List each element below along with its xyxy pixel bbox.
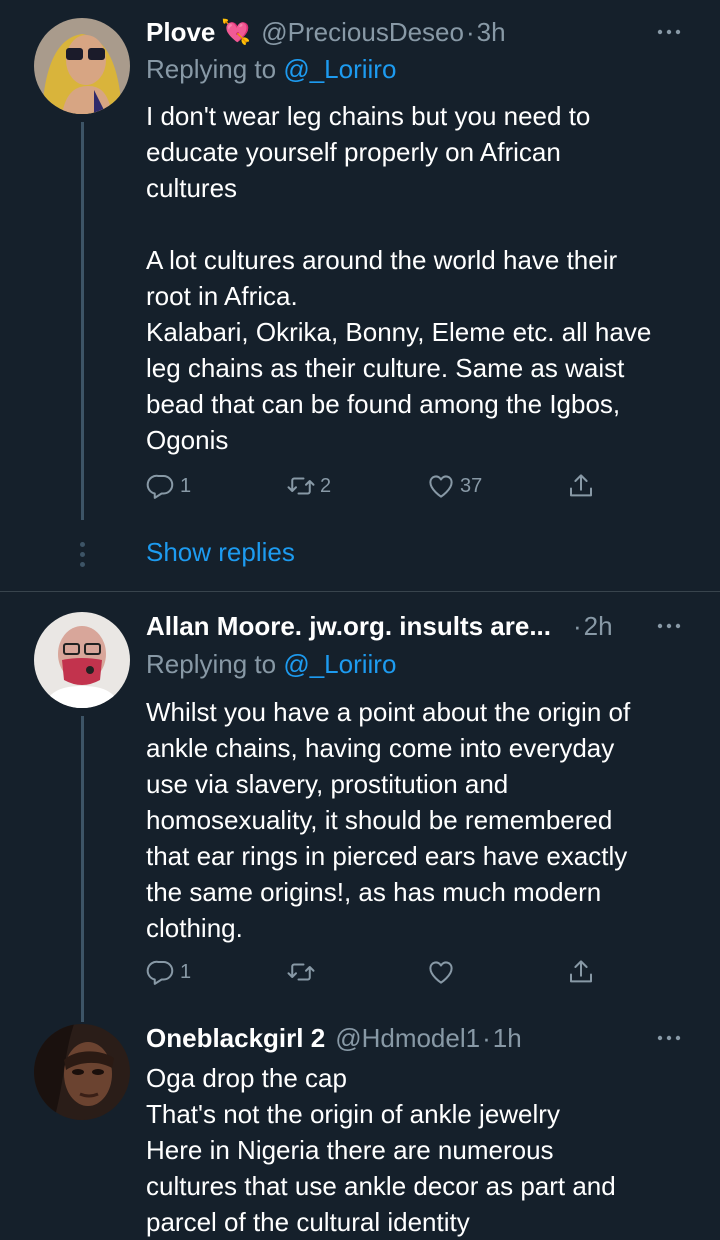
reply-count: 1 (180, 960, 192, 983)
like-button[interactable] (426, 952, 456, 992)
text-line: root in Africa. (146, 281, 298, 311)
display-name[interactable]: Allan Moore. jw.org. insults are... (146, 611, 551, 642)
reply-count: 1 (180, 474, 192, 497)
text-line: Oga drop the cap (146, 1063, 347, 1093)
text-line: homosexuality, it should be remembered (146, 805, 613, 835)
share-icon (566, 471, 596, 501)
avatar[interactable] (34, 612, 130, 708)
mention-link[interactable]: @_Loriiro (283, 54, 396, 84)
text-line: bead that can be found among the Igbos, (146, 389, 621, 419)
text-line: Here in Nigeria there are numerous (146, 1135, 554, 1165)
text-line: cultures (146, 173, 238, 203)
display-name[interactable]: Plove (146, 17, 215, 48)
separator: · (465, 16, 475, 47)
separator: · (573, 610, 582, 641)
tweet-text: Oga drop the cap That's not the origin o… (146, 1060, 694, 1240)
text-line: Kalabari, Okrika, Bonny, Eleme etc. all … (146, 317, 652, 347)
display-name[interactable]: Oneblackgirl 2 (146, 1023, 325, 1054)
action-bar: 1 2 37 (146, 466, 706, 506)
like-icon (426, 471, 456, 501)
avatar[interactable] (34, 1024, 130, 1120)
more-icon[interactable] (654, 1026, 684, 1050)
text-line: A lot cultures around the world have the… (146, 245, 618, 275)
username[interactable]: @PreciousDeseo (261, 17, 464, 48)
retweet-button[interactable] (286, 952, 316, 992)
text-line: I don't wear leg chains but you need to (146, 101, 591, 131)
timestamp[interactable]: 1h (493, 1023, 522, 1054)
retweet-count: 2 (320, 474, 332, 497)
text-line: educate yourself properly on African (146, 137, 561, 167)
text-line: That's not the origin of ankle jewelry (146, 1099, 560, 1129)
text-line: parcel of the cultural identity (146, 1207, 470, 1237)
text-line: that ear rings in pierced ears have exac… (146, 841, 628, 871)
thread-line (81, 122, 84, 520)
share-icon (566, 957, 596, 987)
thread-continuation-dots (78, 542, 86, 572)
text-line: cultures that use ankle decor as part an… (146, 1171, 616, 1201)
replying-to-label: Replying to (146, 649, 277, 679)
retweet-button[interactable]: 2 (286, 466, 331, 506)
action-bar: 1 (146, 952, 706, 992)
reply-icon (146, 957, 176, 987)
like-count: 37 (460, 474, 483, 497)
tweet-text: I don't wear leg chains but you need to … (146, 98, 694, 458)
separator: · (482, 1022, 491, 1053)
text-line (146, 206, 694, 242)
more-icon[interactable] (654, 614, 684, 638)
reply-icon (146, 471, 176, 501)
avatar[interactable] (34, 18, 130, 114)
reply-button[interactable]: 1 (146, 952, 191, 992)
text-line: Whilst you have a point about the origin… (146, 697, 631, 727)
thread-line (81, 716, 84, 1022)
heart-emoji: 💘 (221, 18, 252, 46)
reply-button[interactable]: 1 (146, 466, 191, 506)
text-line: ankle chains, having come into everyday (146, 733, 615, 763)
like-icon (426, 957, 456, 987)
username[interactable]: @Hdmodel1 (335, 1023, 480, 1054)
timestamp[interactable]: 2h (584, 611, 613, 642)
text-line: clothing. (146, 913, 243, 943)
more-icon[interactable] (654, 20, 684, 44)
like-button[interactable]: 37 (426, 466, 482, 506)
replying-to-label: Replying to (146, 54, 277, 84)
timestamp[interactable]: 3h (477, 17, 506, 48)
text-line: Ogonis (146, 425, 229, 455)
show-replies-link[interactable]: Show replies (146, 537, 295, 568)
mention-link[interactable]: @_Loriiro (283, 649, 396, 679)
tweet-3[interactable]: Oneblackgirl 2 @Hdmodel1 · 1h Oga drop t… (0, 1012, 720, 1240)
share-button[interactable] (566, 466, 596, 506)
text-line: use via slavery, prostitution and (146, 769, 509, 799)
tweet-text: Whilst you have a point about the origin… (146, 694, 694, 946)
tweet-header: Allan Moore. jw.org. insults are... · 2h (146, 606, 690, 646)
text-line: the same origins!, as has much modern (146, 877, 602, 907)
retweet-icon (286, 471, 316, 501)
replying-to: Replying to @_Loriiro (146, 54, 396, 85)
tweet-2[interactable]: Allan Moore. jw.org. insults are... · 2h… (0, 592, 720, 1022)
text-line: leg chains as their culture. Same as wai… (146, 353, 625, 383)
tweet-header: Plove 💘 @PreciousDeseo · 3h (146, 12, 690, 52)
tweet-header: Oneblackgirl 2 @Hdmodel1 · 1h (146, 1018, 690, 1058)
tweet-1[interactable]: Plove 💘 @PreciousDeseo · 3h Replying to … (0, 0, 720, 591)
retweet-icon (286, 957, 316, 987)
share-button[interactable] (566, 952, 596, 992)
replying-to: Replying to @_Loriiro (146, 649, 396, 680)
